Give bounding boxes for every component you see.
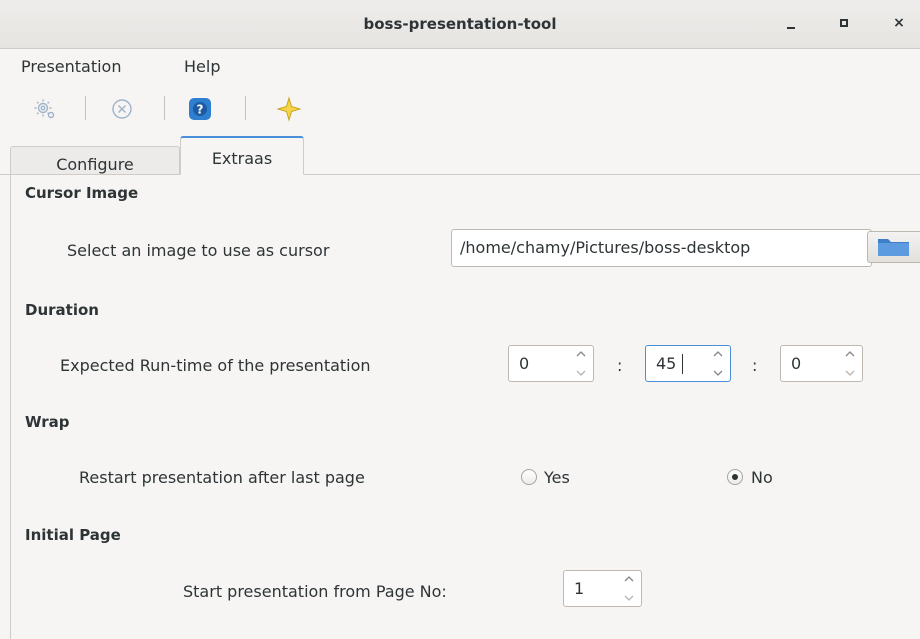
cursor-image-path-field[interactable]: /home/chamy/Pictures/boss-desktop (451, 229, 872, 267)
toolbar-separator (85, 96, 86, 120)
toolbar-separator (164, 96, 165, 120)
wrap-yes-label[interactable]: Yes (544, 468, 570, 487)
settings-icon[interactable] (32, 96, 58, 122)
maximize-button[interactable] (831, 10, 857, 36)
tab-bar: Configure Extraas (0, 134, 920, 175)
time-separator: : (617, 356, 623, 375)
browse-folder-button[interactable] (867, 231, 920, 263)
initial-page-label: Start presentation from Page No: (183, 582, 447, 601)
svg-text:?: ? (197, 103, 204, 117)
close-button[interactable]: × (886, 10, 912, 36)
wrap-no-radio[interactable] (727, 469, 743, 485)
toolbar-separator (245, 96, 246, 120)
page-number-spinner-arrows[interactable] (617, 571, 641, 606)
star-icon[interactable] (276, 96, 302, 122)
menu-bar: Presentation Help (0, 49, 920, 85)
seconds-spinner[interactable]: 0 (780, 345, 863, 382)
app-window: boss-presentation-tool × Presentation He… (0, 0, 920, 639)
seconds-value: 0 (791, 354, 802, 373)
duration-label: Expected Run-time of the presentation (60, 356, 371, 375)
page-number-value: 1 (574, 579, 585, 598)
hours-value: 0 (519, 354, 530, 373)
wrap-yes-radio[interactable] (521, 469, 537, 485)
minutes-spinner-arrows[interactable] (706, 346, 730, 381)
title-bar[interactable]: boss-presentation-tool × (0, 0, 920, 49)
tab-configure[interactable]: Configure (10, 146, 180, 174)
section-title-cursor-image: Cursor Image (25, 184, 139, 202)
section-title-wrap: Wrap (25, 413, 70, 431)
time-separator: : (752, 356, 758, 375)
minutes-spinner[interactable]: 45 (645, 345, 731, 382)
wrap-no-label[interactable]: No (751, 468, 773, 487)
cursor-image-label: Select an image to use as cursor (67, 241, 330, 260)
section-title-duration: Duration (25, 301, 99, 319)
text-cursor (682, 354, 683, 374)
section-title-initial-page: Initial Page (25, 526, 121, 544)
hours-spinner-arrows[interactable] (569, 346, 593, 381)
seconds-spinner-arrows[interactable] (838, 346, 862, 381)
help-icon[interactable]: ? (187, 96, 213, 122)
extraas-panel: Cursor Image Select an image to use as c… (10, 175, 920, 639)
cursor-image-path-value: /home/chamy/Pictures/boss-desktop (460, 238, 751, 257)
menu-help[interactable]: Help (184, 57, 220, 76)
stop-icon[interactable] (109, 96, 135, 122)
tab-extraas[interactable]: Extraas (180, 136, 304, 175)
minimize-button[interactable] (778, 10, 804, 36)
menu-presentation[interactable]: Presentation (21, 57, 121, 76)
toolbar: ? (0, 86, 920, 132)
folder-icon (878, 239, 909, 256)
page-number-spinner[interactable]: 1 (563, 570, 642, 607)
minutes-value: 45 (656, 354, 677, 373)
wrap-label: Restart presentation after last page (79, 468, 365, 487)
hours-spinner[interactable]: 0 (508, 345, 594, 382)
